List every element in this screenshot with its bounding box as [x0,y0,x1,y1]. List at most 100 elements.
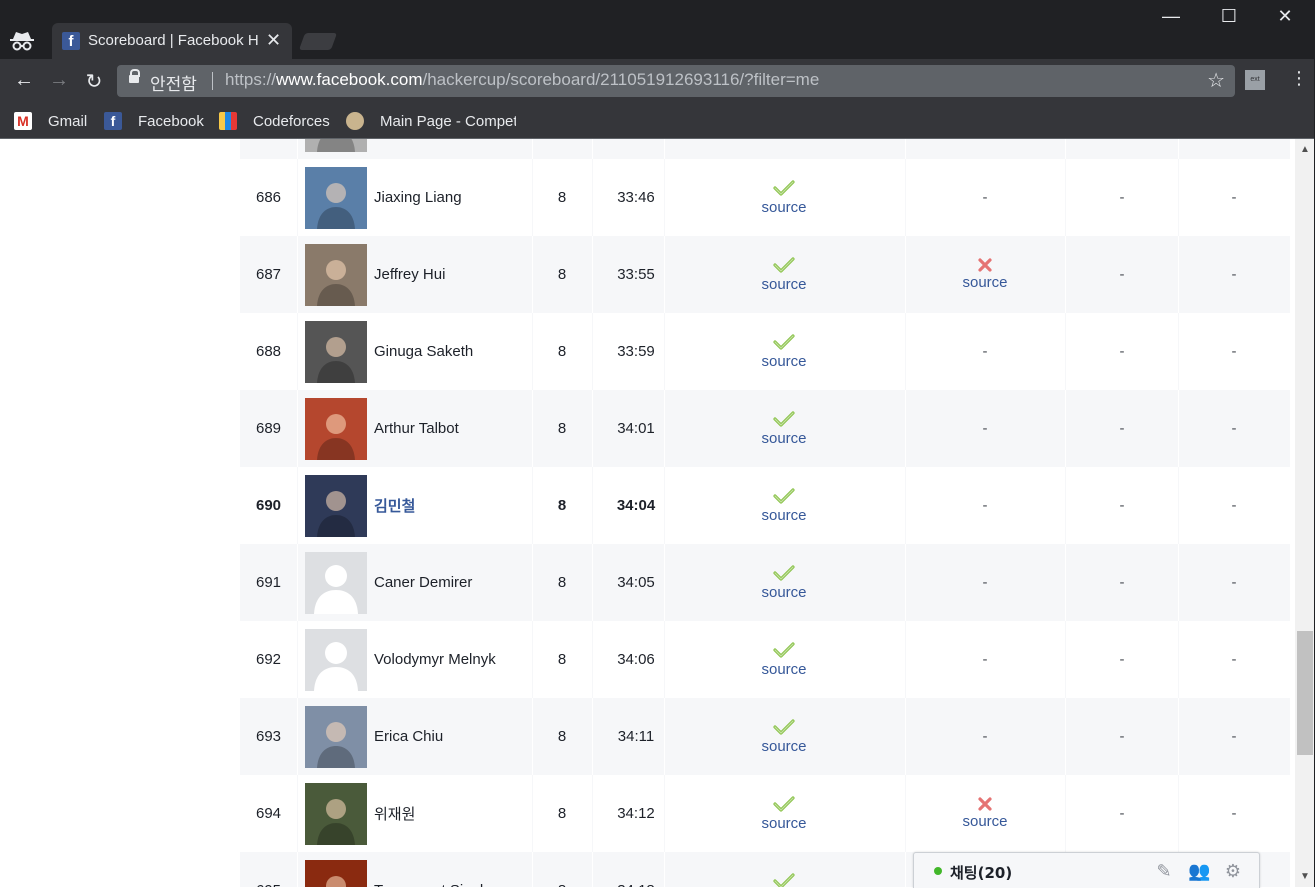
problem-3-result: - [1080,698,1164,775]
check-icon [773,411,795,427]
problem-1-result [744,139,824,159]
divider [1065,139,1066,159]
check-icon [773,488,795,504]
settings-gear-icon[interactable]: ⚙ [1223,861,1243,881]
source-link[interactable]: source [761,507,806,524]
maximize-icon[interactable]: ☐ [1214,6,1244,27]
extension-icon[interactable]: ext [1245,70,1265,90]
avatar[interactable] [305,552,367,614]
avatar[interactable] [305,139,367,152]
avatar[interactable] [305,629,367,691]
bookmark-label: Main Page - Competitive Programming [380,112,516,130]
minimize-icon[interactable]: — [1156,6,1186,27]
check-icon [773,873,795,887]
empty-result: - [1231,266,1237,283]
source-link[interactable]: source [962,813,1007,830]
table-row: 690 김민철 8 34:04 source - - - [240,467,1290,544]
divider [1065,313,1066,390]
avatar[interactable] [305,321,367,383]
divider [1065,390,1066,467]
divider [1065,698,1066,775]
source-link[interactable]: source [761,584,806,601]
menu-icon[interactable]: ⋮ [1290,68,1308,89]
table-row: 692 Volodymyr Melnyk 8 34:06 source - - - [240,621,1290,698]
url-text[interactable]: https://www.facebook.com/hackercup/score… [225,70,819,90]
score: 8 [557,805,567,822]
empty-result: - [982,651,988,668]
check-icon [773,257,795,273]
avatar[interactable] [305,167,367,229]
divider [592,467,593,544]
divider [592,159,593,236]
scroll-up-icon[interactable]: ▲ [1300,144,1310,155]
bookmark-star-icon[interactable]: ☆ [1207,68,1225,93]
penalty-time: 34:01 [617,420,655,437]
source-link[interactable]: source [761,815,806,832]
divider [1065,621,1066,698]
address-bar[interactable]: 안전함 https://www.facebook.com/hackercup/s… [117,65,1235,97]
back-icon[interactable]: ← [12,69,36,92]
source-link[interactable]: source [761,276,806,293]
main-page-icon [346,112,364,130]
problem-4-result: - [1192,313,1276,390]
source-link[interactable]: source [761,353,806,370]
rank: 686 [255,189,282,206]
gmail-icon: M [14,112,32,130]
bookmark-gmail[interactable]: M Gmail [14,110,87,132]
rank: 695 [240,852,297,887]
empty-result: - [982,189,988,206]
compose-icon[interactable]: ✎ [1154,861,1174,881]
bookmark-main-page[interactable]: Main Page - Competitive Programming [346,110,516,132]
tab-close-icon[interactable]: ✕ [266,30,281,51]
close-window-icon[interactable]: ✕ [1270,6,1300,27]
source-link[interactable]: source [962,274,1007,291]
divider [1178,139,1179,159]
penalty-time: 34:12 [617,805,655,822]
source-link[interactable]: source [761,738,806,755]
chat-bar[interactable]: 채팅(20) ✎ 👥 ⚙ [913,852,1260,888]
scrollbar[interactable]: ▲ ▼ [1295,139,1315,887]
divider [905,852,906,887]
divider [905,236,906,313]
problem-1-result: source [744,236,824,313]
problem-3-result: - [1080,139,1164,159]
source-link[interactable]: source [761,661,806,678]
rank: 694 [255,805,282,822]
divider [1178,467,1179,544]
forward-icon[interactable]: → [47,69,71,92]
divider [592,775,593,852]
problem-4-result: - [1192,236,1276,313]
empty-result: - [982,343,988,360]
scroll-down-icon[interactable]: ▼ [1300,871,1310,882]
codeforces-icon [219,112,237,130]
source-link[interactable]: source [761,199,806,216]
tab-scoreboard[interactable]: f Scoreboard | Facebook Hacker Cup ✕ [52,23,292,60]
scrollbar-thumb[interactable] [1297,631,1313,755]
table-row: 689 Arthur Talbot 8 34:01 source - - - [240,390,1290,467]
score: 8 [557,574,567,591]
bookmark-facebook[interactable]: f Facebook [104,110,204,132]
rank: 685 [240,139,297,159]
divider [592,313,593,390]
avatar[interactable] [305,475,367,537]
source-link[interactable]: source [761,430,806,447]
new-tab-button[interactable] [298,33,338,50]
empty-result: - [1119,574,1125,591]
rank: 692 [255,651,282,668]
avatar[interactable] [305,706,367,768]
bookmark-codeforces[interactable]: Codeforces [219,110,330,132]
empty-result: - [1119,651,1125,668]
rank: 689 [255,420,282,437]
problem-2-result: - [945,159,1025,236]
score: 8 [557,728,567,745]
avatar[interactable] [305,244,367,306]
avatar[interactable] [305,860,367,887]
penalty-time: 34:04 [616,497,656,514]
avatar[interactable] [305,398,367,460]
group-icon[interactable]: 👥 [1188,861,1210,881]
divider [1178,313,1179,390]
avatar[interactable] [305,783,367,845]
reload-icon[interactable]: ↻ [82,69,106,94]
chat-label[interactable]: 채팅(20) [950,862,1012,883]
incognito-icon [10,32,34,51]
